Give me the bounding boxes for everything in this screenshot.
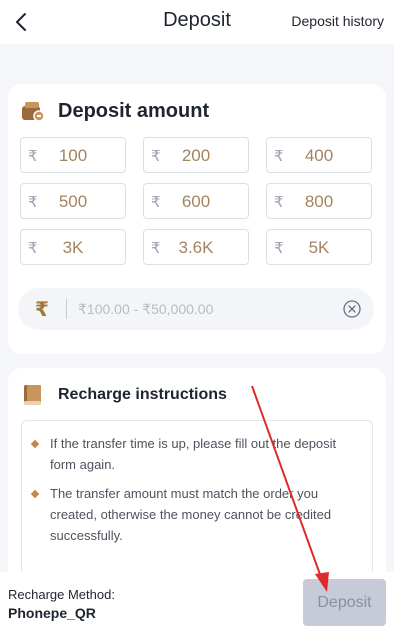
top-bar: Deposit Deposit history xyxy=(0,0,394,44)
recharge-instructions-card: Recharge instructions If the transfer ti… xyxy=(8,368,386,598)
amount-chip-value: 200 xyxy=(181,146,211,165)
amount-chip-value: 5K xyxy=(308,238,330,257)
amount-chip-800[interactable]: ₹800 xyxy=(266,183,372,219)
instruction-text: The transfer amount must match the order… xyxy=(50,486,332,543)
deposit-button[interactable]: Deposit xyxy=(303,579,386,626)
rupee-icon: ₹ xyxy=(35,299,49,321)
amount-chip-3-6k[interactable]: ₹3.6K xyxy=(143,229,249,265)
amount-chip-500[interactable]: ₹500 xyxy=(20,183,126,219)
instruction-text: If the transfer time is up, please fill … xyxy=(50,436,337,472)
clear-icon[interactable] xyxy=(343,300,361,318)
amount-chip-value: 400 xyxy=(304,146,334,165)
deposit-amount-card: Deposit amount ₹100 ₹200 ₹400 ₹500 ₹600 … xyxy=(8,84,386,354)
amount-chip-value: 500 xyxy=(58,192,88,211)
instruction-item: The transfer amount must match the order… xyxy=(30,483,362,546)
amount-chip-5k[interactable]: ₹5K xyxy=(266,229,372,265)
recharge-instructions-header: Recharge instructions xyxy=(20,382,227,408)
amount-chip-100[interactable]: ₹100 xyxy=(20,137,126,173)
recharge-method-label: Recharge Method: xyxy=(8,587,115,602)
recharge-instructions-title: Recharge instructions xyxy=(58,386,227,403)
diamond-bullet-icon xyxy=(30,439,40,449)
amount-chip-3k[interactable]: ₹3K xyxy=(20,229,126,265)
instruction-item: If the transfer time is up, please fill … xyxy=(30,433,362,475)
amount-input-field: ₹ xyxy=(18,288,374,330)
amount-preset-grid: ₹100 ₹200 ₹400 ₹500 ₹600 ₹800 ₹3K ₹3.6K … xyxy=(20,137,372,265)
amount-chip-400[interactable]: ₹400 xyxy=(266,137,372,173)
deposit-amount-title: Deposit amount xyxy=(58,99,210,122)
amount-chip-value: 100 xyxy=(58,146,88,165)
bottom-bar: Recharge Method: Phonepe_QR Deposit xyxy=(0,572,394,633)
amount-chip-value: 3.6K xyxy=(178,238,214,257)
amount-input[interactable] xyxy=(78,288,328,330)
book-icon xyxy=(24,385,41,405)
amount-chip-600[interactable]: ₹600 xyxy=(143,183,249,219)
amount-chip-200[interactable]: ₹200 xyxy=(143,137,249,173)
input-divider xyxy=(66,299,67,319)
deposit-history-link[interactable]: Deposit history xyxy=(291,13,384,29)
amount-chip-value: 3K xyxy=(62,238,84,257)
amount-chip-value: 800 xyxy=(304,192,334,211)
diamond-bullet-icon xyxy=(30,489,40,499)
recharge-method-value: Phonepe_QR xyxy=(8,605,96,621)
amount-chip-value: 600 xyxy=(181,192,211,211)
deposit-amount-header: Deposit amount xyxy=(20,98,209,124)
wallet-icon xyxy=(22,102,45,122)
